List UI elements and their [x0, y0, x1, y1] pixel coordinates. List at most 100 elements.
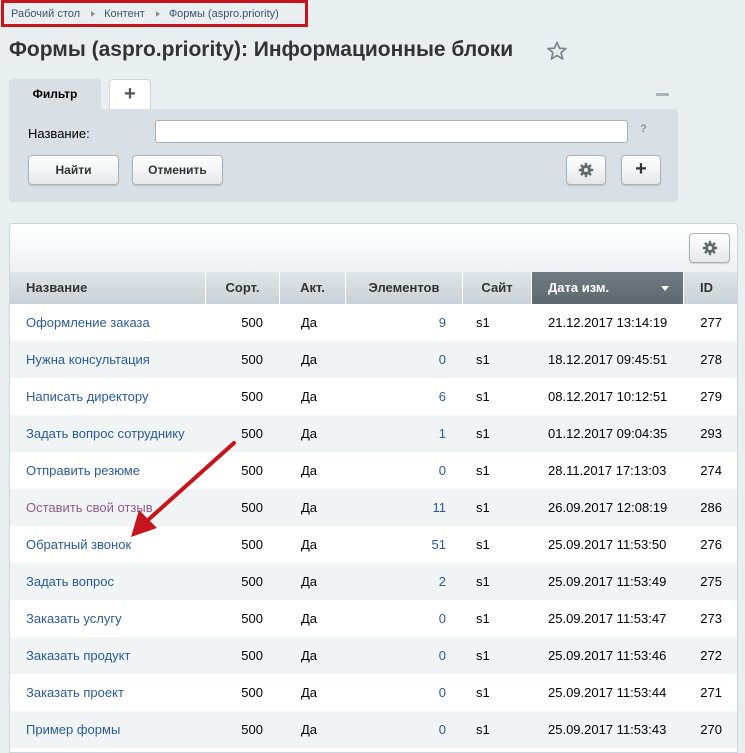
filter-tab[interactable]: Фильтр — [9, 79, 101, 110]
breadcrumb-item-desktop[interactable]: Рабочий стол — [11, 8, 80, 20]
date-value: 25.09.2017 11:53:49 — [548, 574, 667, 589]
help-icon[interactable]: ? — [640, 123, 647, 135]
breadcrumb-item-forms[interactable]: Формы (aspro.priority) — [169, 8, 279, 20]
iblock-name-link[interactable]: Задать вопрос сотруднику — [26, 415, 185, 452]
elements-count-link[interactable]: 11 — [346, 489, 447, 526]
table-row[interactable]: Заказать проект 500 Да 0 s1 25.09.2017 1… — [10, 674, 737, 711]
elements-count-link[interactable]: 0 — [346, 600, 446, 637]
table-row[interactable]: Задать вопрос 500 Да 2 s1 25.09.2017 11:… — [10, 563, 737, 600]
id-value: 271 — [700, 685, 722, 700]
elements-count-link[interactable]: 51 — [346, 526, 446, 563]
active-value: Да — [300, 685, 318, 700]
active-value: Да — [300, 648, 318, 663]
sort-value: 500 — [241, 352, 263, 367]
site-value: s1 — [476, 611, 490, 626]
iblock-name-link[interactable]: Задать вопрос — [26, 563, 114, 600]
column-header-elements[interactable]: Элементов — [346, 272, 463, 304]
iblock-name-link[interactable]: Отправить резюме — [26, 452, 140, 489]
id-value: 274 — [700, 463, 722, 478]
sort-value: 500 — [241, 574, 263, 589]
elements-count-link[interactable]: 2 — [346, 563, 446, 600]
page-title: Формы (aspro.priority): Информационные б… — [9, 38, 514, 61]
site-value: s1 — [476, 315, 490, 330]
column-header-sort[interactable]: Сорт. — [206, 272, 280, 304]
iblock-name-link[interactable]: Пример формы — [26, 711, 120, 748]
date-value: 01.12.2017 09:04:35 — [548, 426, 668, 441]
date-value: 25.09.2017 11:53:46 — [548, 648, 667, 663]
column-header-site[interactable]: Сайт — [463, 272, 532, 304]
iblock-name-link[interactable]: Заказать услугу — [26, 600, 122, 637]
column-header-date[interactable]: Дата изм. — [532, 272, 684, 304]
id-value: 272 — [700, 648, 722, 663]
minus-icon[interactable] — [656, 93, 669, 96]
column-header-active[interactable]: Акт. — [280, 272, 346, 304]
elements-count-link[interactable]: 1 — [346, 415, 446, 452]
iblock-name-link[interactable]: Оформление заказа — [26, 304, 150, 341]
sort-value: 500 — [241, 389, 263, 404]
sort-value: 500 — [241, 463, 263, 478]
table-row[interactable]: Оформление заказа 500 Да 9 s1 21.12.2017… — [10, 304, 737, 341]
active-value: Да — [300, 426, 318, 441]
id-value: 270 — [700, 722, 722, 737]
table-row[interactable]: Написать директору 500 Да 6 s1 08.12.201… — [10, 378, 737, 415]
name-filter-label: Название: — [28, 126, 90, 141]
date-value: 25.09.2017 11:53:47 — [548, 611, 667, 626]
gear-icon — [702, 240, 717, 256]
gear-icon — [578, 162, 594, 178]
elements-count-link[interactable]: 9 — [346, 304, 446, 341]
site-value: s1 — [476, 722, 490, 737]
site-value: s1 — [476, 426, 490, 441]
table-row[interactable]: Заказать услугу 500 Да 0 s1 25.09.2017 1… — [10, 600, 737, 637]
iblock-name-link[interactable]: Оставить свой отзыв — [26, 489, 153, 526]
date-value: 25.09.2017 11:53:50 — [548, 537, 667, 552]
table-row[interactable]: Нужна консультация 500 Да 0 s1 18.12.201… — [10, 341, 737, 378]
sort-down-icon — [661, 286, 669, 291]
sort-value: 500 — [241, 611, 263, 626]
iblock-name-link[interactable]: Заказать продукт — [26, 637, 130, 674]
cancel-button[interactable]: Отменить — [132, 155, 223, 185]
star-icon[interactable] — [546, 40, 568, 62]
elements-count-link[interactable]: 0 — [346, 711, 446, 748]
iblock-name-link[interactable]: Написать директору — [26, 378, 148, 415]
add-filter-tab-button[interactable]: + — [109, 79, 151, 109]
grid-settings-button[interactable] — [689, 233, 730, 263]
elements-count-link[interactable]: 0 — [346, 452, 446, 489]
table-row[interactable]: Отправить резюме 500 Да 0 s1 28.11.2017 … — [10, 452, 737, 489]
id-value: 293 — [700, 426, 722, 441]
column-header-name[interactable]: Название — [10, 272, 206, 304]
filter-settings-button[interactable] — [566, 155, 606, 185]
iblock-name-link[interactable]: Обратный звонок — [26, 526, 131, 563]
date-value: 21.12.2017 13:14:19 — [548, 315, 668, 330]
column-header-date-label: Дата изм. — [548, 280, 610, 295]
elements-count-link[interactable]: 6 — [346, 378, 446, 415]
active-value: Да — [300, 574, 318, 589]
elements-count-link[interactable]: 0 — [346, 341, 446, 378]
iblock-name-link[interactable]: Заказать проект — [26, 674, 124, 711]
site-value: s1 — [476, 648, 490, 663]
breadcrumb-item-content[interactable]: Контент — [104, 8, 145, 20]
active-value: Да — [300, 352, 318, 367]
breadcrumb: Рабочий стол Контент Формы (aspro.priori… — [1, 0, 308, 27]
site-value: s1 — [476, 537, 490, 552]
table-row[interactable]: Пример формы 500 Да 0 s1 25.09.2017 11:5… — [10, 711, 737, 748]
column-header-id[interactable]: ID — [684, 272, 737, 304]
find-button[interactable]: Найти — [28, 155, 119, 185]
table-row[interactable]: Обратный звонок 500 Да 51 s1 25.09.2017 … — [10, 526, 737, 563]
grid-rows: Оформление заказа 500 Да 9 s1 21.12.2017… — [10, 304, 737, 748]
table-row[interactable]: Задать вопрос сотруднику 500 Да 1 s1 01.… — [10, 415, 737, 452]
breadcrumb-arrow-icon — [155, 10, 160, 17]
active-value: Да — [300, 611, 318, 626]
sort-value: 500 — [241, 722, 263, 737]
active-value: Да — [300, 389, 318, 404]
iblock-name-link[interactable]: Нужна консультация — [26, 341, 150, 378]
site-value: s1 — [476, 685, 490, 700]
table-row[interactable]: Заказать продукт 500 Да 0 s1 25.09.2017 … — [10, 637, 737, 674]
name-filter-input[interactable] — [155, 120, 628, 143]
elements-count-link[interactable]: 0 — [346, 674, 446, 711]
iblock-grid: Название Сорт. Акт. Элементов Сайт Дата … — [9, 223, 738, 753]
site-value: s1 — [476, 463, 490, 478]
active-value: Да — [300, 315, 318, 330]
table-row[interactable]: Оставить свой отзыв 500 Да 11 s1 26.09.2… — [10, 489, 737, 526]
add-filter-field-button[interactable]: + — [621, 155, 661, 185]
elements-count-link[interactable]: 0 — [346, 637, 446, 674]
